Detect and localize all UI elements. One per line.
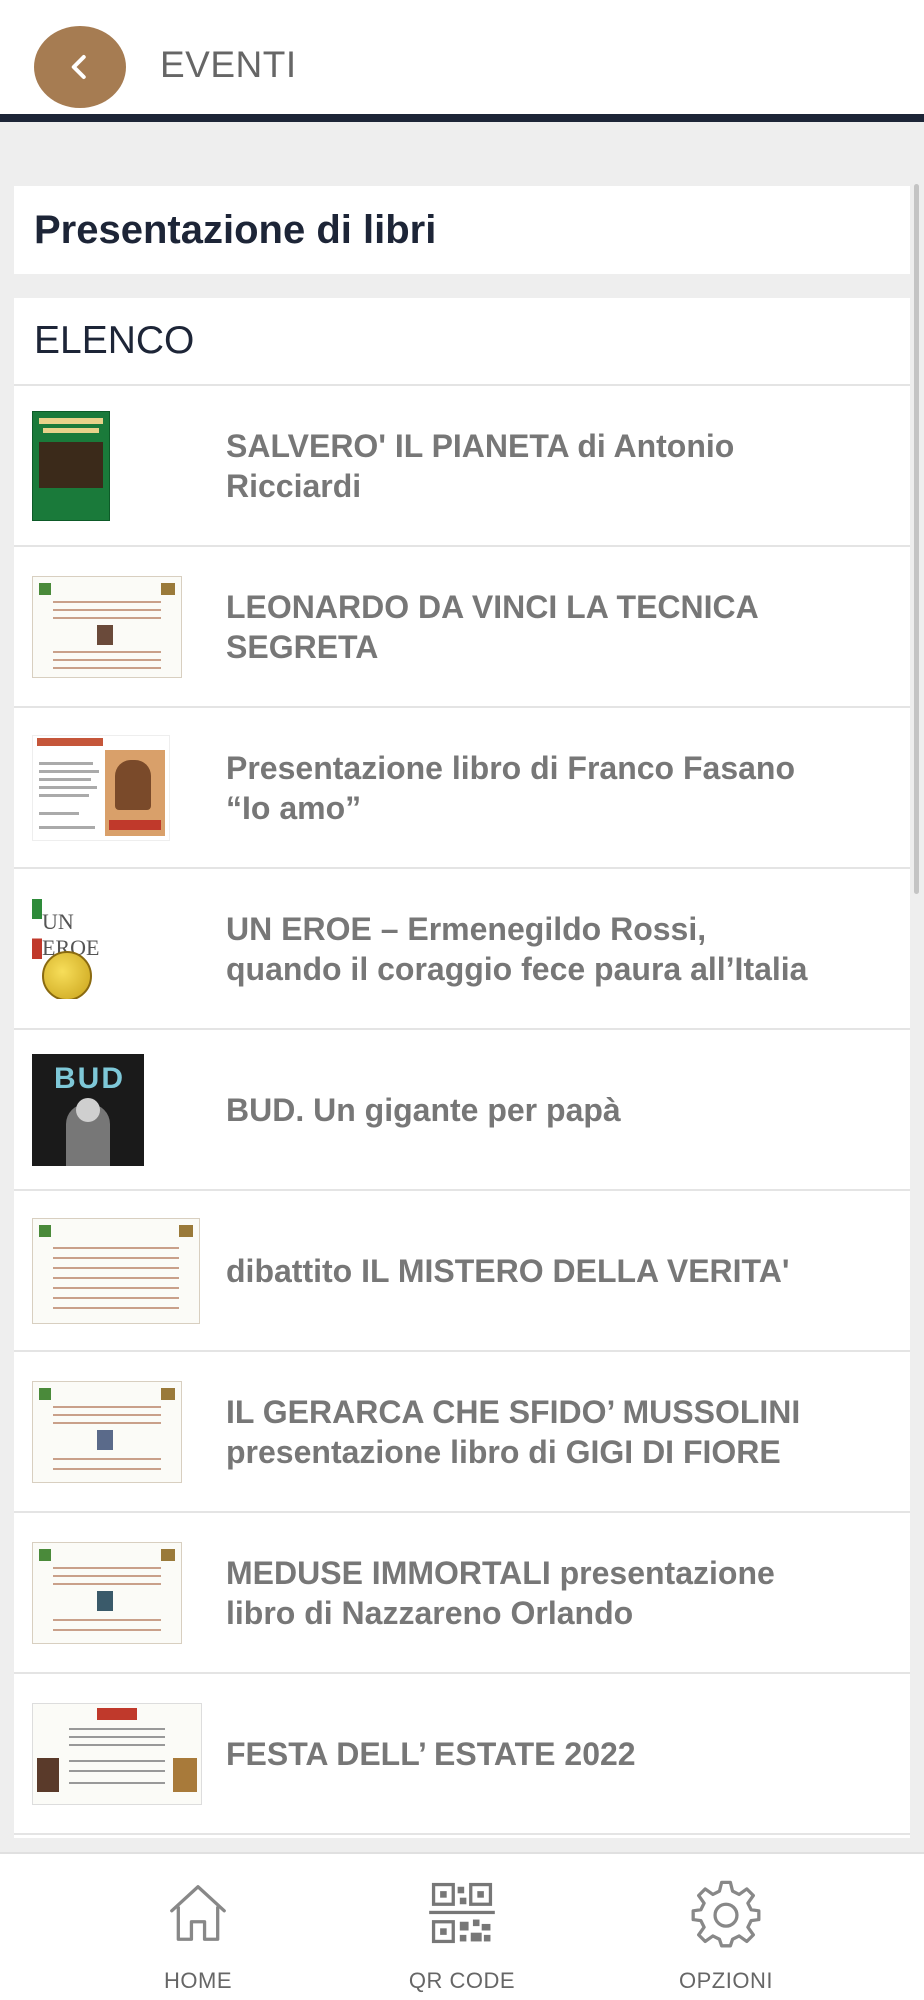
nav-home[interactable]: HOME (98, 1854, 298, 2000)
list-item[interactable]: LEONARDO DA VINCI LA TECNICA SEGRETA (14, 547, 910, 708)
list-item-title: SALVERO' IL PIANETA di Antonio Ricciardi (226, 427, 735, 504)
chevron-left-icon (71, 55, 86, 79)
list-item[interactable]: MEDUSE IMMORTALI presentazione libro di … (14, 1513, 910, 1674)
list-item-title: IL GERARCA CHE SFIDO’ MUSSOLINI presenta… (226, 1393, 801, 1470)
gear-icon (691, 1880, 761, 1948)
nav-options[interactable]: OPZIONI (626, 1854, 826, 2000)
back-button[interactable] (34, 26, 126, 108)
event-thumbnail (32, 1380, 182, 1483)
list-item-title: LEONARDO DA VINCI LA TECNICA SEGRETA (226, 588, 758, 665)
nav-options-label: OPZIONI (679, 1968, 773, 1993)
page-title: EVENTI (160, 44, 297, 85)
list-header-label: ELENCO (34, 319, 195, 362)
home-icon (170, 1885, 226, 1941)
nav-qr-code-label: QR CODE (408, 1968, 516, 1993)
nav-qr-code[interactable]: QR CODE (362, 1854, 562, 2000)
list-item[interactable]: SALVERO' IL PIANETA di Antonio Ricciardi (14, 386, 910, 547)
event-thumbnail (32, 410, 110, 521)
event-list: ELENCO SALVERO' IL PIANETA di Antonio Ri… (14, 298, 910, 1838)
app-header: EVENTI (0, 0, 924, 122)
list-item[interactable]: Presentazione libro di Franco Fasano “Io… (14, 708, 910, 869)
nav-home-label: HOME (164, 1968, 232, 1993)
list-item-title: MEDUSE IMMORTALI presentazione libro di … (226, 1554, 775, 1631)
event-thumbnail (32, 575, 182, 678)
event-thumbnail (32, 1702, 202, 1805)
list-item[interactable]: BUD BUD. Un gigante per papà (14, 1030, 910, 1191)
event-thumbnail: BUD (32, 1053, 144, 1166)
list-item[interactable]: UN EROE UN EROE – Ermenegildo Rossi, qua… (14, 869, 910, 1030)
event-thumbnail: UN EROE (32, 898, 108, 999)
event-thumbnail (32, 734, 170, 841)
list-item-title: UN EROE – Ermenegildo Rossi, quando il c… (226, 910, 808, 987)
scrollbar[interactable] (914, 184, 919, 894)
event-thumbnail (32, 1541, 182, 1644)
bottom-nav: HOME QR CODE OPZIONI (0, 1852, 924, 2000)
list-item[interactable]: IL GERARCA CHE SFIDO’ MUSSOLINI presenta… (14, 1352, 910, 1513)
list-item[interactable]: FESTA DELL’ ESTATE 2022 (14, 1674, 910, 1835)
list-header: ELENCO (14, 298, 910, 386)
list-item[interactable]: dibattito IL MISTERO DELLA VERITA' (14, 1191, 910, 1352)
section-card: Presentazione di libri (14, 186, 910, 274)
event-thumbnail (32, 1217, 200, 1324)
list-item-title: BUD. Un gigante per papà (226, 1091, 621, 1128)
list-item-title: FESTA DELL’ ESTATE 2022 (226, 1735, 636, 1772)
list-item-title: dibattito IL MISTERO DELLA VERITA' (226, 1252, 790, 1289)
qr-code-icon (429, 1882, 495, 1944)
list-item-title: Presentazione libro di Franco Fasano “Io… (226, 749, 796, 826)
section-title: Presentazione di libri (34, 208, 437, 252)
